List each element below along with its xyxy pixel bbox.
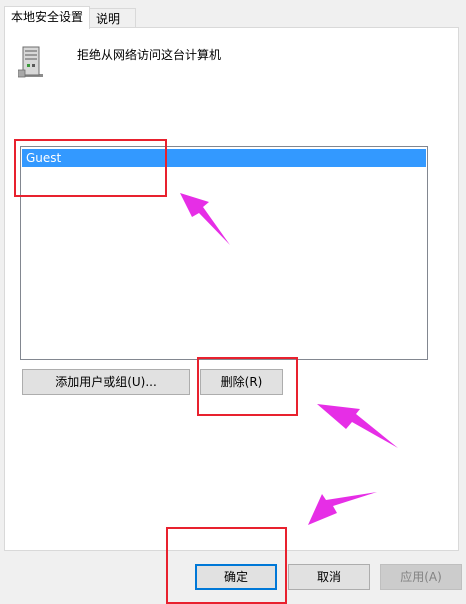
arrow-to-guest-icon <box>180 193 230 245</box>
arrow-to-remove-icon <box>317 404 398 448</box>
tab-local-security-setting[interactable]: 本地安全设置 <box>4 6 90 29</box>
arrow-to-ok-icon <box>308 492 377 525</box>
annotation-arrows <box>180 193 398 525</box>
